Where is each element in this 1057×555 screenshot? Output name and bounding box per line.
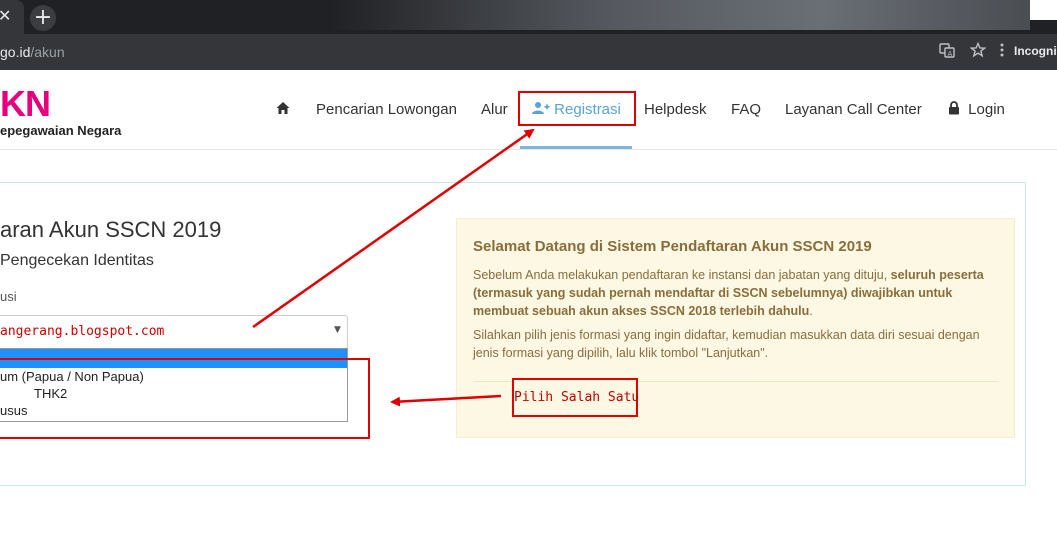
nav-pencarian-lowongan[interactable]: Pencarian Lowongan: [316, 100, 457, 120]
address-bar[interactable]: go.id/akun A Incogni: [0, 34, 1057, 70]
plus-icon: +: [33, 5, 53, 30]
svg-text:A: A: [948, 50, 953, 58]
logo[interactable]: KN: [0, 86, 51, 122]
info-title: Selamat Datang di Sistem Pendaftaran Aku…: [473, 238, 872, 255]
chevron-down-icon[interactable]: ▼: [334, 325, 341, 335]
url-text[interactable]: go.id/akun: [0, 44, 65, 60]
info-paragraph-2: Silahkan pilih jenis formasi yang ingin …: [473, 328, 980, 360]
star-icon[interactable]: [968, 41, 988, 62]
highlight-registrasi: [518, 91, 636, 126]
info-paragraph-1: Sebelum Anda melakukan pendaftaran ke in…: [473, 268, 984, 318]
section-subtitle: Pengecekan Identitas: [0, 252, 154, 269]
formasi-field-label: usi: [0, 289, 17, 304]
tab-close-icon[interactable]: ✕: [0, 7, 14, 25]
logo-subtitle: epegawaian Negara: [0, 123, 122, 138]
nav-faq[interactable]: FAQ: [731, 100, 761, 120]
window-edge: [1030, 0, 1057, 20]
nav-login-label: Login: [968, 101, 1005, 118]
nav-alur[interactable]: Alur: [481, 100, 508, 120]
active-nav-indicator: [520, 146, 632, 149]
lock-icon: [949, 101, 959, 115]
browser-tab-bar: ✕ +: [0, 0, 1057, 34]
url-path: /akun: [30, 44, 65, 60]
home-icon[interactable]: [275, 100, 293, 118]
nav-login[interactable]: Login: [948, 100, 1005, 120]
translate-icon[interactable]: A: [937, 42, 957, 62]
page-title: aran Akun SSCN 2019: [0, 217, 222, 242]
extension-icon[interactable]: [992, 42, 1012, 62]
url-host: go.id: [0, 44, 31, 60]
new-tab-button[interactable]: +: [30, 5, 56, 31]
window-titlebar-background: [330, 0, 1030, 30]
formasi-select-value: angerang.blogspot.com: [0, 324, 165, 339]
nav-helpdesk[interactable]: Helpdesk: [644, 100, 707, 120]
annotation-label: Pilih Salah Satu: [512, 378, 639, 417]
highlight-dropdown-options: [0, 358, 370, 439]
nav-layanan-call-center[interactable]: Layanan Call Center: [785, 100, 922, 120]
incognito-label[interactable]: Incogni: [1014, 44, 1057, 58]
